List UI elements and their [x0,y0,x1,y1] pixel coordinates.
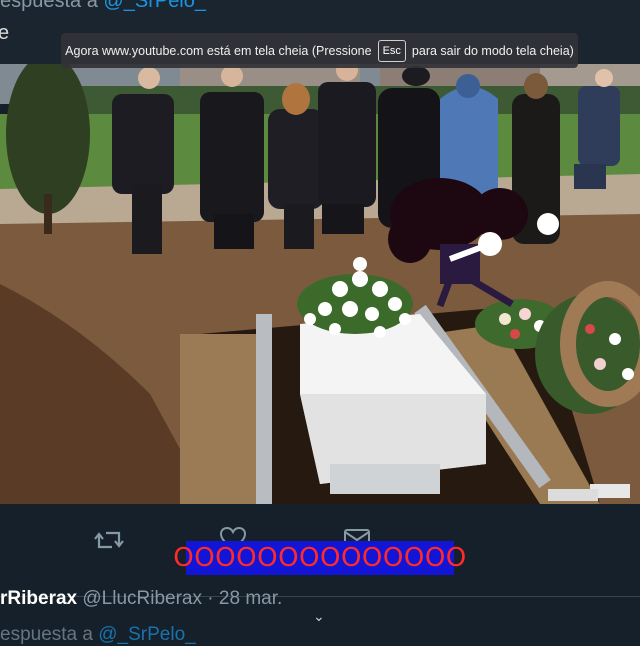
fullscreen-notice-text-end: para sair do modo tela cheia) [411,43,574,58]
clipped-text: e [0,22,10,44]
esc-key-badge: Esc [377,39,406,62]
overlay-text-box: OOOOOOOOOOOOOO [173,541,466,575]
chevron-down-icon[interactable]: ⌄ [313,608,325,625]
reply-prefix: espuesta a [0,0,98,12]
overlay-text: OOOOOOOOOOOOOO [173,543,467,573]
tweet-media-image[interactable] [0,64,640,504]
fullscreen-notice: Agora www.youtube.com está em tela cheia… [61,33,578,68]
reply-handle-link[interactable]: @_SrPelo_ [103,0,206,12]
fullscreen-notice-text: Agora www.youtube.com está em tela cheia… [65,43,372,58]
reply-to-line: espuesta a @_SrPelo_ [0,0,206,13]
reply-prefix-bottom: espuesta a [0,624,93,645]
reply-to-line-bottom: espuesta a @_SrPelo_ [0,624,196,646]
author-name[interactable]: rRiberax [0,588,77,609]
retweet-icon[interactable] [94,527,124,559]
reply-handle-link-bottom[interactable]: @_SrPelo_ [98,624,195,645]
meta-separator: · [207,588,214,609]
tweet-date[interactable]: 28 mar. [219,588,282,609]
author-handle[interactable]: @LlucRiberax [82,588,202,609]
tweet-author-line: rRiberax @LlucRiberax · 28 mar. [0,588,282,610]
